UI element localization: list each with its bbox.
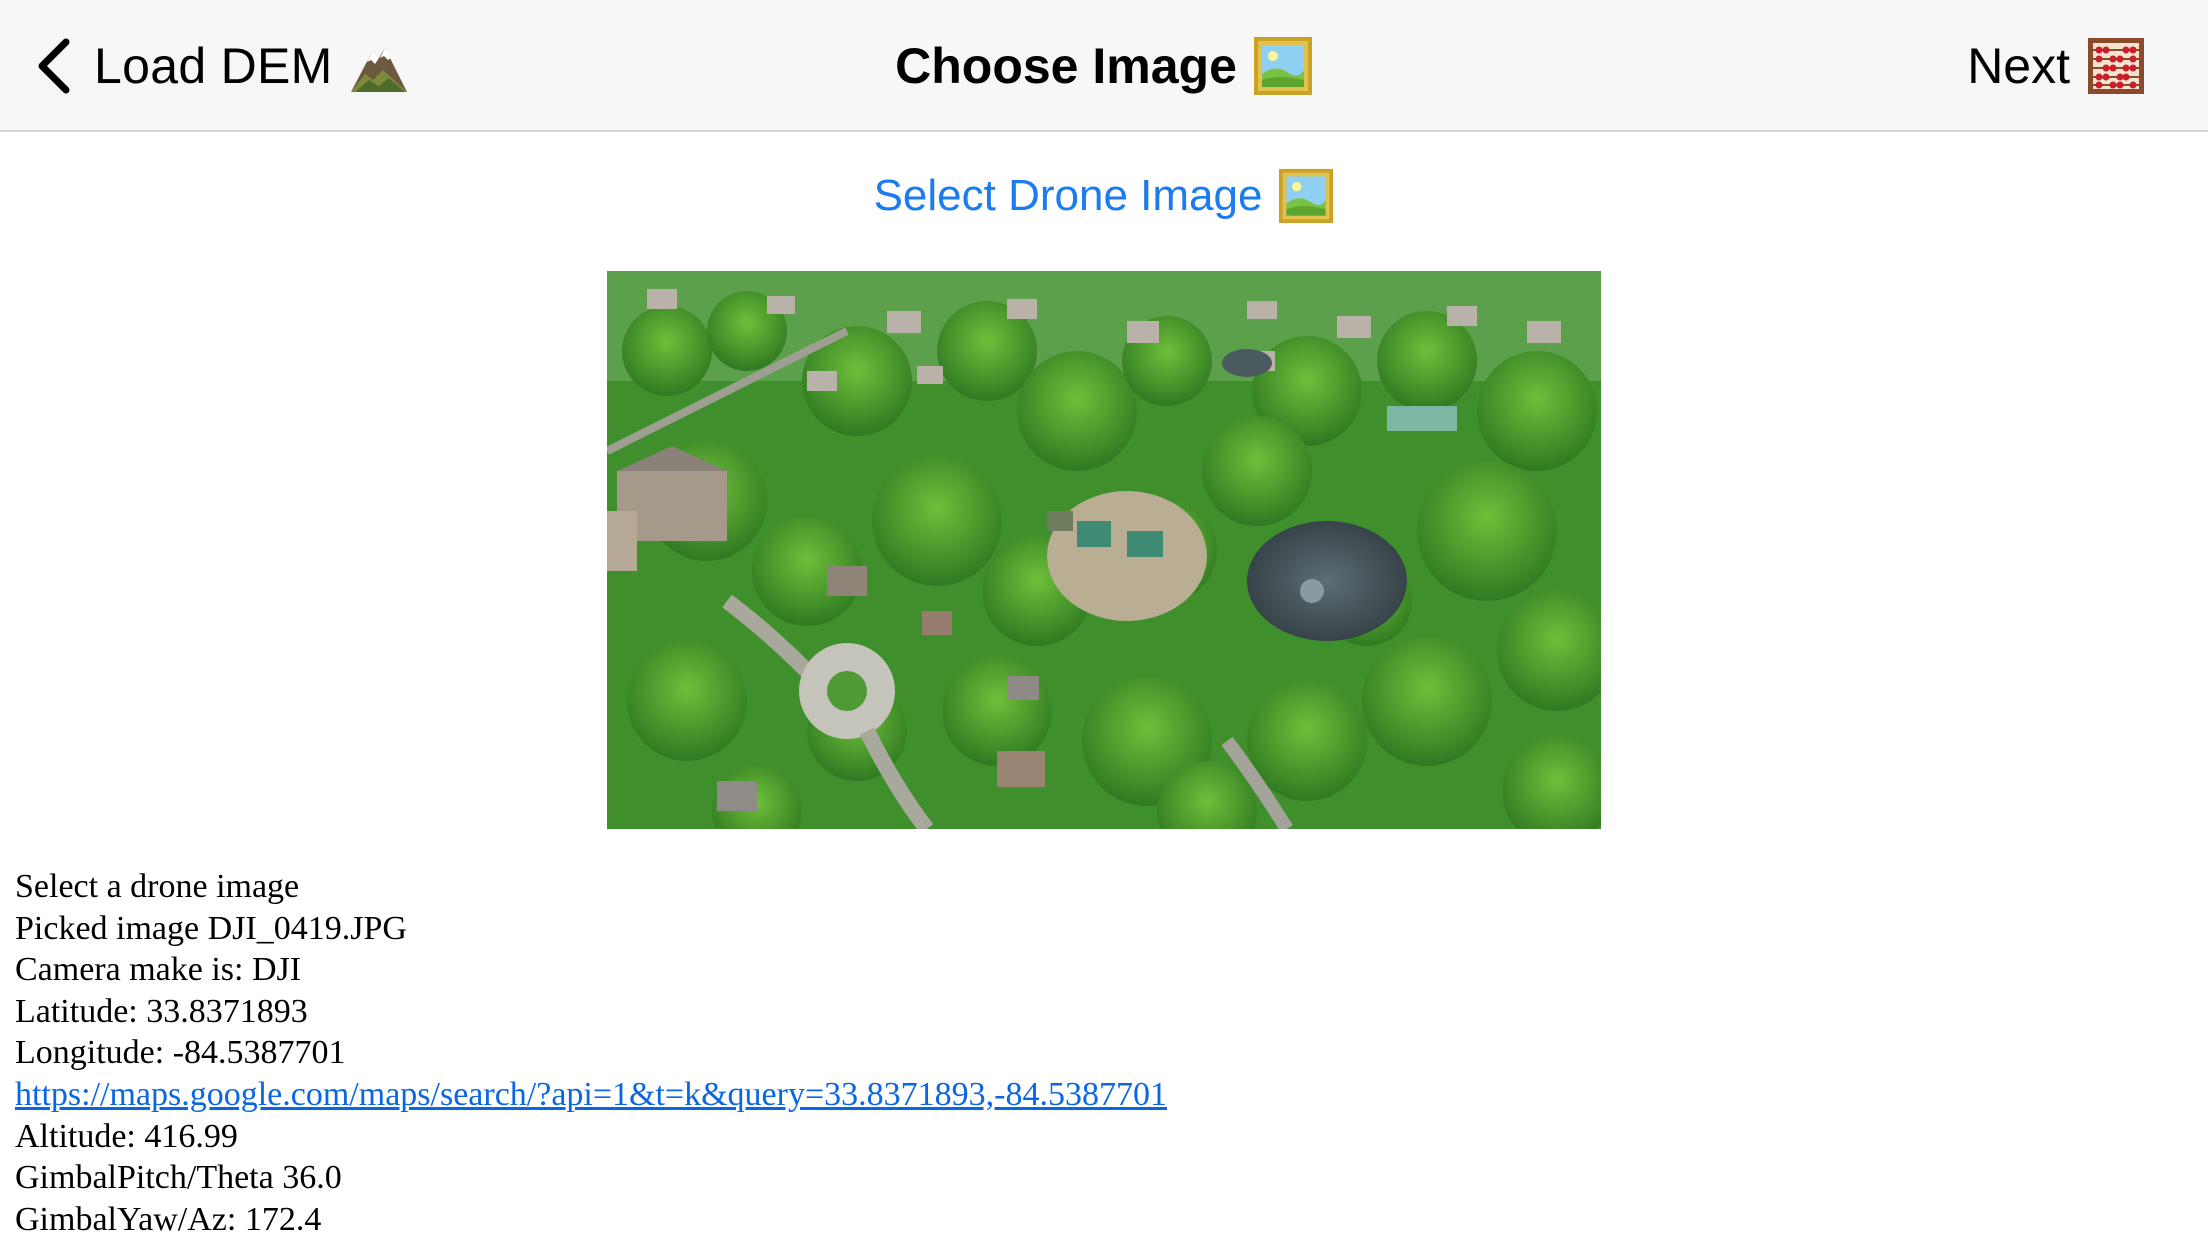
status-text: Select a drone image	[15, 868, 300, 905]
mountain-icon	[350, 48, 407, 92]
longitude-text: Longitude: -84.5387701	[15, 1034, 346, 1072]
drone-image-preview	[607, 271, 1601, 829]
next-button[interactable]: Next	[1967, 30, 2146, 102]
maps-link-row: https://maps.google.com/maps/search/?api…	[15, 1074, 1167, 1116]
latitude-text: Latitude: 33.8371893	[15, 992, 308, 1030]
next-button-label: Next	[1967, 38, 2070, 94]
abacus-icon	[2088, 38, 2144, 94]
page-title-label: Choose Image	[895, 38, 1237, 94]
select-drone-image-label: Select Drone Image	[873, 171, 1263, 220]
gimbal-yaw-text: GimbalYaw/Az: 172.4	[15, 1200, 322, 1238]
camera-make-text: Camera make is: DJI	[15, 951, 302, 989]
framed-picture-icon	[1279, 168, 1334, 224]
select-drone-image-row: Select Drone Image	[0, 160, 2208, 232]
back-button[interactable]: Load DEM	[32, 30, 409, 102]
gimbal-pitch-text: GimbalPitch/Theta 36.0	[15, 1159, 342, 1197]
google-maps-link[interactable]: https://maps.google.com/maps/search/?api…	[15, 1076, 1167, 1113]
back-button-label: Load DEM	[94, 38, 333, 94]
image-info-panel: Select a drone image Picked image DJI_04…	[15, 866, 1167, 1240]
select-drone-image-button[interactable]: Select Drone Image	[874, 168, 1335, 224]
picked-image-text: Picked image DJI_0419.JPG	[15, 909, 407, 947]
chevron-left-icon	[38, 38, 70, 94]
altitude-text: Altitude: 416.99	[15, 1117, 238, 1155]
navigation-bar: Load DEM Choose Image Next	[0, 0, 2208, 132]
framed-picture-icon	[1253, 37, 1312, 95]
aerial-photo	[607, 271, 1601, 829]
